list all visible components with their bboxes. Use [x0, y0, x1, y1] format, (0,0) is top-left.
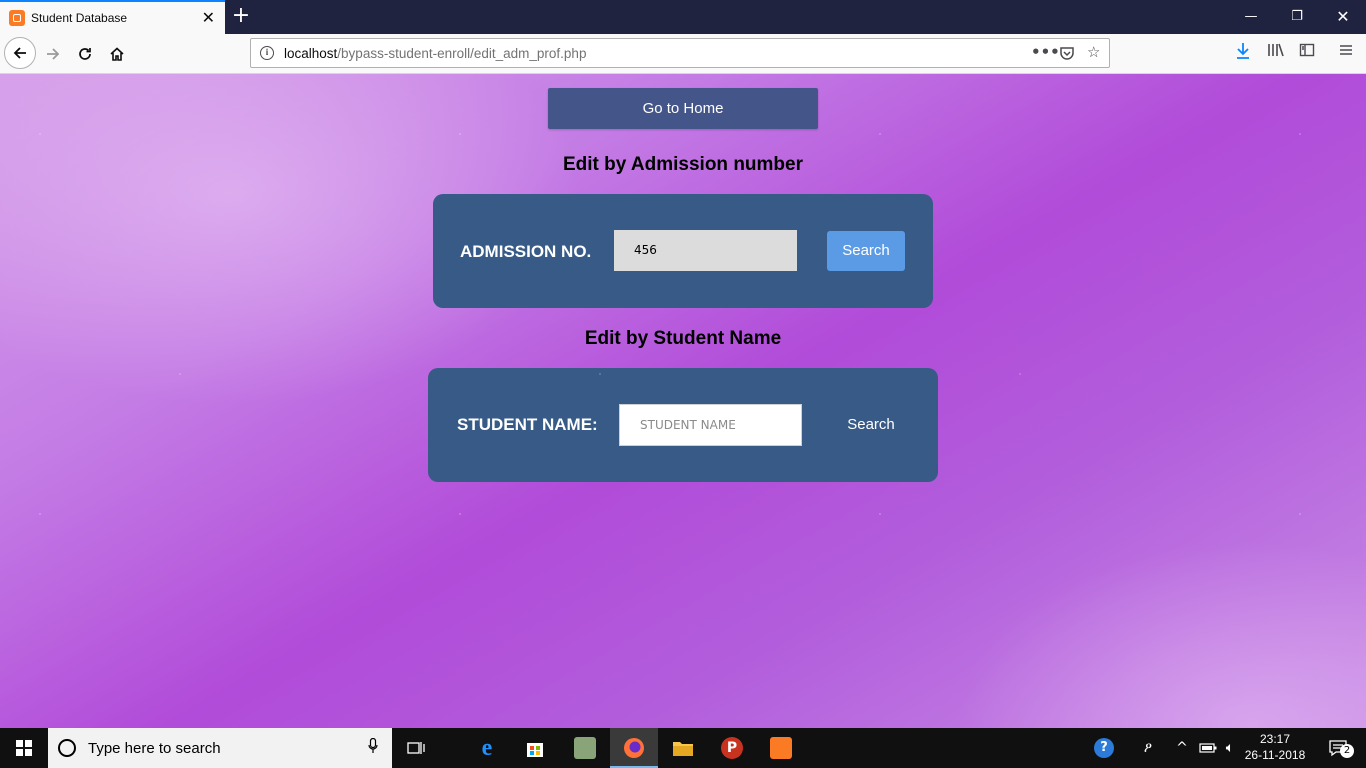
student-name-label: STUDENT NAME:	[457, 415, 598, 434]
cortana-icon[interactable]	[58, 739, 76, 757]
close-window-button[interactable]: ✕	[1320, 0, 1366, 34]
name-section-title: Edit by Student Name	[584, 328, 782, 349]
tab-student-database[interactable]: Student Database ✕	[0, 0, 225, 34]
help-tray-icon[interactable]: ?	[1090, 728, 1118, 768]
action-center-icon[interactable]: 2	[1318, 728, 1358, 768]
page-actions-icon[interactable]: •••	[1031, 43, 1060, 61]
go-to-home-button[interactable]: Go to Home	[548, 88, 818, 129]
presenter-app-icon[interactable]: P	[708, 728, 756, 768]
notification-count-badge: 2	[1340, 744, 1354, 758]
microphone-icon[interactable]	[368, 737, 378, 758]
admission-number-input[interactable]: 456	[614, 230, 797, 271]
xampp-icon[interactable]	[757, 728, 805, 768]
home-toolbar-button[interactable]	[102, 39, 132, 69]
taskbar-clock[interactable]: 23:17 26-11-2018	[1240, 731, 1310, 763]
task-view-icon[interactable]	[392, 728, 440, 768]
library-icon[interactable]	[1267, 42, 1285, 62]
site-info-icon[interactable]: i	[260, 46, 274, 60]
volume-icon[interactable]: 🔈︎	[1219, 728, 1241, 768]
reload-icon	[79, 48, 91, 60]
windows-taskbar: Type here to search e P ? ዖ ^ 🔈︎ 23:17 2…	[0, 728, 1366, 768]
clock-date: 26-11-2018	[1244, 748, 1306, 762]
bookmark-star-icon[interactable]: ☆	[1087, 43, 1100, 61]
reload-button[interactable]	[70, 39, 100, 69]
file-explorer-icon[interactable]	[659, 728, 707, 768]
browser-tab-strip: Student Database ✕ + — ❐ ✕	[0, 0, 1366, 34]
show-hidden-icons-chevron[interactable]: ^	[1172, 728, 1192, 768]
battery-icon[interactable]	[1196, 728, 1220, 768]
people-icon[interactable]: ዖ	[1136, 728, 1160, 768]
pocket-icon[interactable]	[1059, 43, 1075, 61]
student-name-input[interactable]: STUDENT NAME	[619, 404, 802, 446]
tab-title: Student Database	[31, 11, 128, 25]
admission-search-card: ADMISSION NO. 456 Search	[433, 194, 933, 308]
back-button[interactable]	[4, 37, 36, 69]
new-tab-button[interactable]: +	[230, 3, 252, 29]
navigation-toolbar: i localhost/bypass-student-enroll/edit_a…	[0, 34, 1366, 74]
back-arrow-icon	[13, 47, 26, 59]
evernote-icon[interactable]	[561, 728, 609, 768]
page-content: Go to Home Edit by Admission number ADMI…	[0, 74, 1366, 728]
firefox-icon[interactable]	[610, 728, 658, 768]
windows-logo-icon	[16, 740, 32, 756]
url-text[interactable]: localhost/bypass-student-enroll/edit_adm…	[284, 46, 586, 61]
tab-close-icon[interactable]: ✕	[202, 8, 215, 27]
url-bar[interactable]: i localhost/bypass-student-enroll/edit_a…	[250, 38, 1110, 68]
xampp-favicon-icon	[9, 10, 25, 26]
admission-number-label: ADMISSION NO.	[460, 242, 592, 261]
taskbar-search-placeholder: Type here to search	[88, 740, 221, 757]
hamburger-menu-icon[interactable]	[1338, 42, 1354, 62]
student-name-search-button[interactable]: Search	[832, 405, 910, 445]
start-button[interactable]	[0, 728, 48, 768]
clock-time: 23:17	[1259, 732, 1291, 746]
downloads-icon[interactable]	[1235, 42, 1251, 64]
sidebar-icon[interactable]	[1299, 42, 1315, 62]
taskbar-search-box[interactable]: Type here to search	[48, 728, 392, 768]
forward-button[interactable]	[38, 39, 68, 69]
restore-button[interactable]: ❐	[1274, 0, 1320, 34]
edge-browser-icon[interactable]: e	[463, 728, 511, 768]
store-icon[interactable]	[511, 728, 559, 768]
admission-section-title: Edit by Admission number	[563, 154, 803, 175]
forward-arrow-icon	[47, 48, 60, 60]
minimize-button[interactable]: —	[1228, 0, 1274, 34]
student-name-search-card: STUDENT NAME: STUDENT NAME Search	[428, 368, 938, 482]
admission-search-button[interactable]: Search	[827, 231, 905, 271]
home-icon	[110, 47, 124, 61]
